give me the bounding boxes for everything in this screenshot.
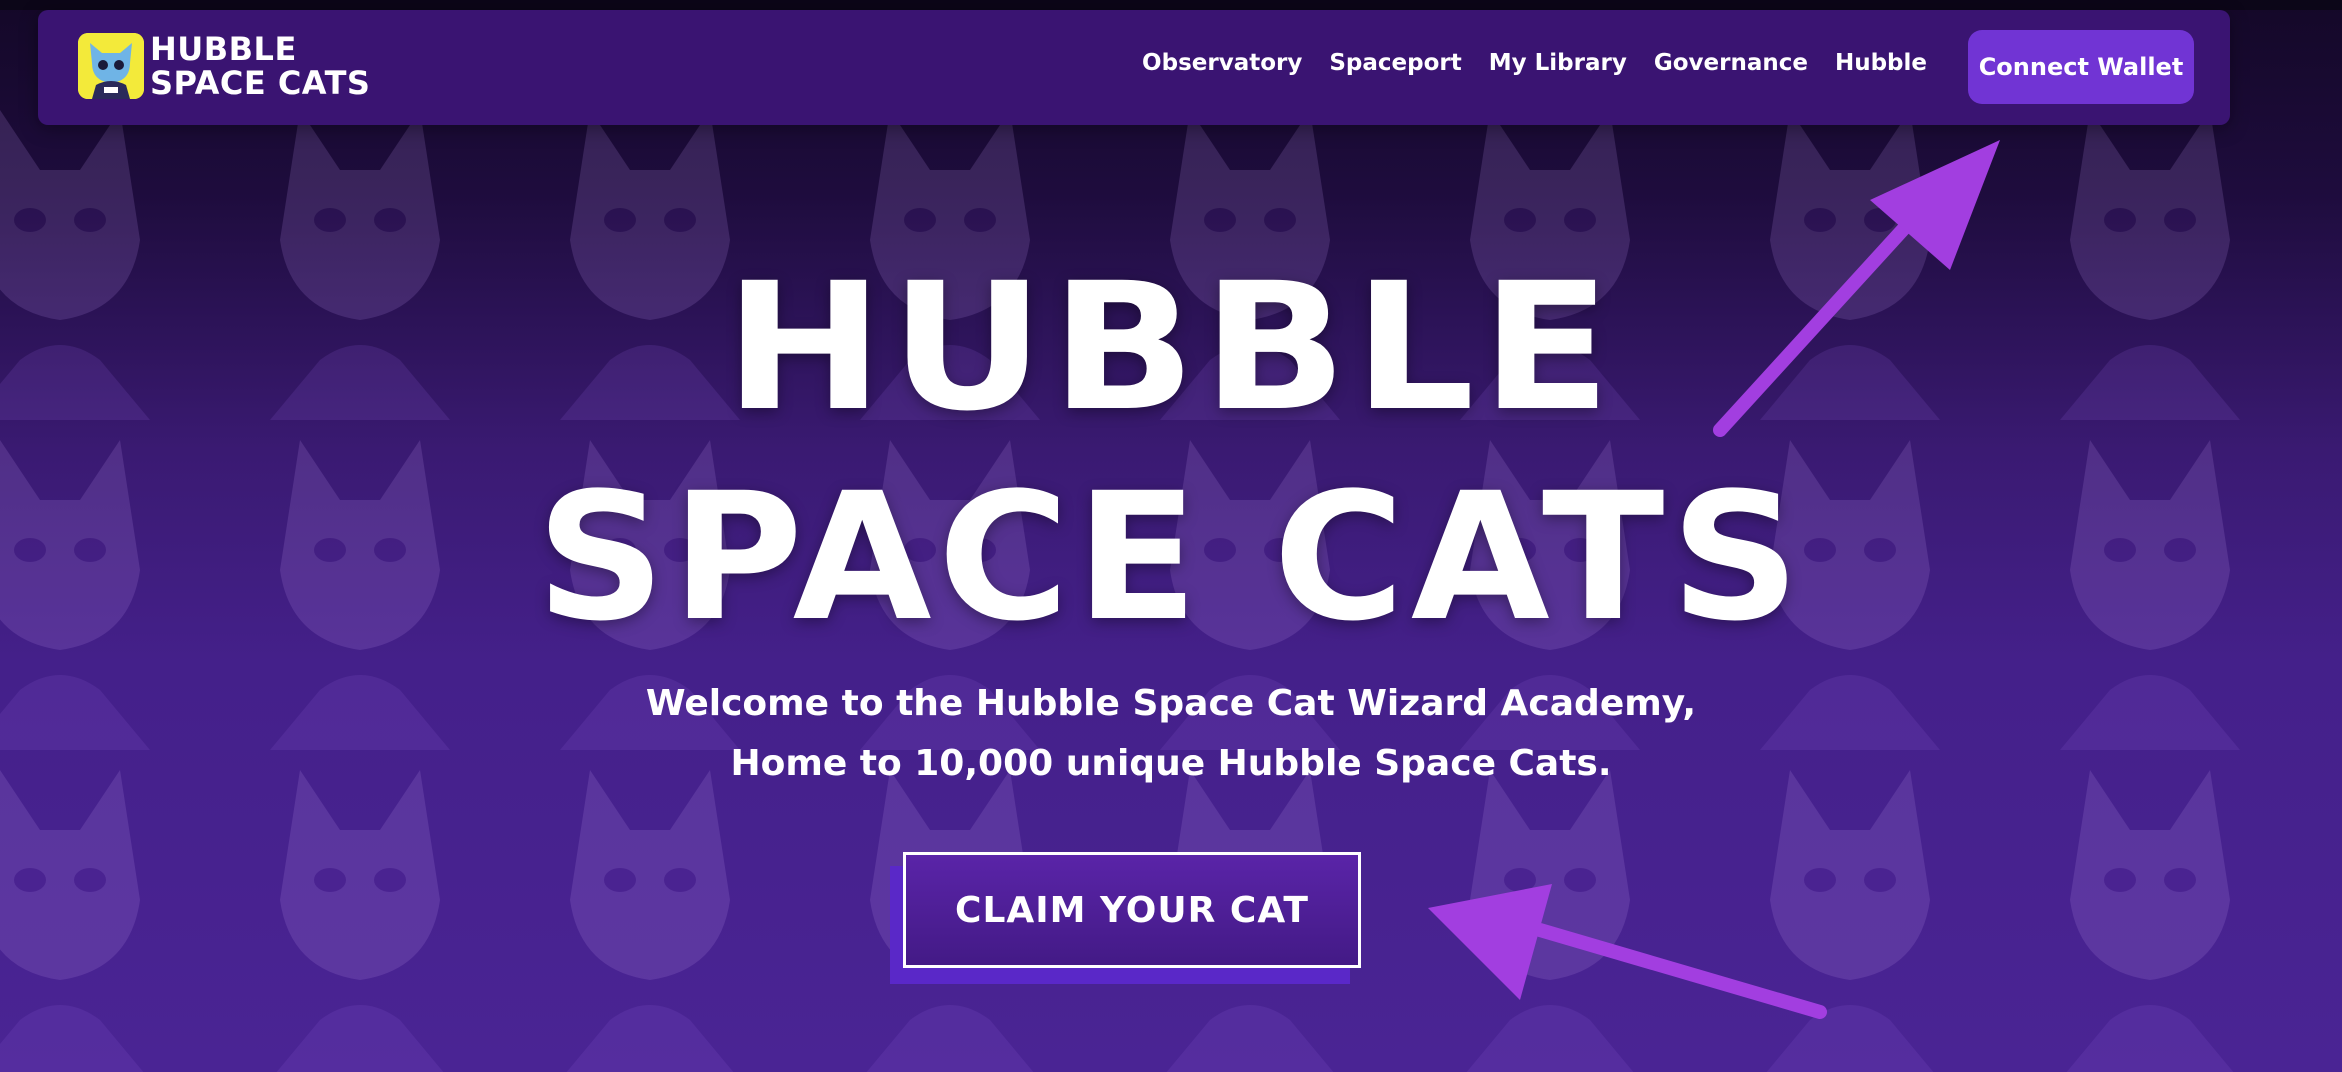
arrow-to-connect-wallet (1713, 140, 2000, 437)
navbar: HUBBLE SPACE CATS Observatory Spaceport … (38, 10, 2230, 125)
connect-wallet-button[interactable]: Connect Wallet (1968, 30, 2194, 104)
nav-item-governance[interactable]: Governance (1654, 50, 1808, 76)
hero-subtitle-line-2: Home to 10,000 unique Hubble Space Cats. (730, 743, 1612, 784)
page: HUBBLE SPACE CATS Observatory Spaceport … (0, 0, 2342, 1072)
hero-title-line-2: SPACE CATS (536, 455, 1806, 660)
nav-item-observatory[interactable]: Observatory (1142, 50, 1302, 76)
logo[interactable]: HUBBLE SPACE CATS (78, 32, 370, 100)
arrow-to-claim-button (1428, 884, 1827, 1019)
nav-links: Observatory Spaceport My Library Governa… (1142, 50, 1927, 76)
top-strip (0, 0, 2342, 10)
logo-text-line-1: HUBBLE (150, 30, 297, 68)
logo-text-line-2: SPACE CATS (150, 64, 371, 102)
nav-item-hubble[interactable]: Hubble (1835, 50, 1927, 76)
hero-subtitle-line-1: Welcome to the Hubble Space Cat Wizard A… (645, 683, 1697, 724)
nav-item-my-library[interactable]: My Library (1489, 50, 1627, 76)
logo-text: HUBBLE SPACE CATS (150, 32, 370, 100)
nav-item-spaceport[interactable]: Spaceport (1329, 50, 1461, 76)
claim-your-cat-button[interactable]: CLAIM YOUR CAT (903, 852, 1361, 968)
cat-astronaut-icon (78, 33, 144, 99)
